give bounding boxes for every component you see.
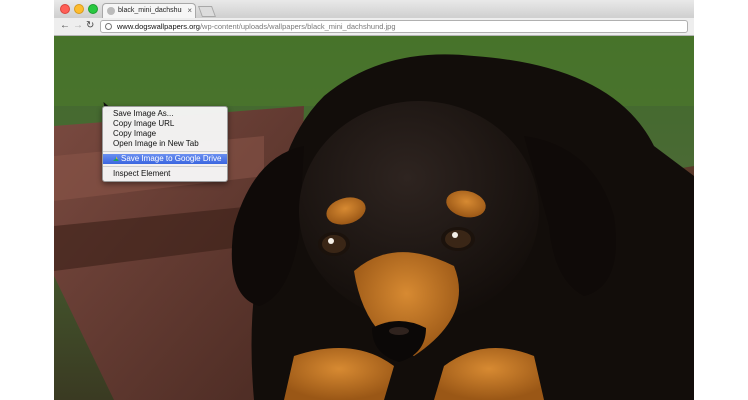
- menu-separator: [103, 151, 227, 152]
- minimize-window-button[interactable]: [74, 4, 84, 14]
- title-bar: black_mini_dachshund_pup ×: [54, 0, 694, 18]
- browser-tab[interactable]: black_mini_dachshund_pup ×: [102, 3, 196, 18]
- browser-toolbar: ← → ↻ www.dogswallpapers.org/wp-content/…: [54, 18, 694, 36]
- close-window-button[interactable]: [60, 4, 70, 14]
- menu-item-inspect-element[interactable]: Inspect Element: [103, 169, 227, 179]
- menu-item-save-to-google-drive[interactable]: Save Image to Google Drive: [103, 154, 227, 164]
- favicon-icon: [107, 7, 115, 15]
- address-bar[interactable]: www.dogswallpapers.org/wp-content/upload…: [100, 20, 688, 33]
- tab-close-icon[interactable]: ×: [187, 5, 192, 17]
- dachshund-puppy-image[interactable]: [54, 36, 694, 400]
- menu-separator: [103, 166, 227, 167]
- reload-icon[interactable]: ↻: [86, 20, 94, 32]
- address-url: www.dogswallpapers.org/wp-content/upload…: [117, 21, 396, 32]
- globe-icon: [105, 23, 112, 30]
- context-menu: Save Image As... Copy Image URL Copy Ima…: [102, 106, 228, 182]
- url-host: www.dogswallpapers.org: [117, 22, 200, 31]
- menu-item-copy-image[interactable]: Copy Image: [103, 129, 227, 139]
- menu-item-open-image-new-tab[interactable]: Open Image in New Tab: [103, 139, 227, 149]
- menu-item-save-image-as[interactable]: Save Image As...: [103, 109, 227, 119]
- url-path: /wp-content/uploads/wallpapers/black_min…: [199, 22, 396, 31]
- google-drive-icon: [113, 156, 119, 162]
- menu-item-copy-image-url[interactable]: Copy Image URL: [103, 119, 227, 129]
- menu-item-label: Save Image to Google Drive: [121, 154, 222, 163]
- puppy-illustration: [54, 36, 694, 400]
- tab-title: black_mini_dachshund_pup: [118, 7, 182, 14]
- zoom-window-button[interactable]: [88, 4, 98, 14]
- forward-arrow-icon[interactable]: →: [73, 20, 83, 32]
- back-arrow-icon[interactable]: ←: [60, 20, 70, 32]
- browser-window: black_mini_dachshund_pup × ← → ↻ www.dog…: [54, 0, 694, 400]
- new-tab-button[interactable]: [197, 6, 217, 17]
